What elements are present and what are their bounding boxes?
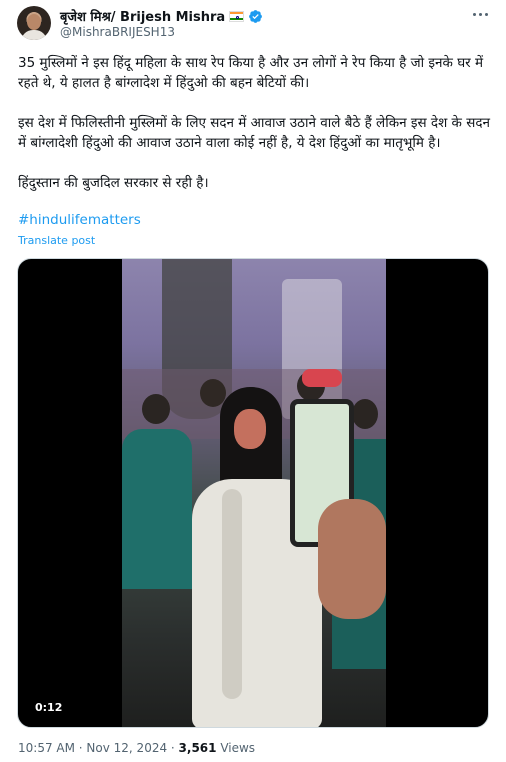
translate-post-link[interactable]: Translate post — [18, 234, 95, 247]
video-red-cap — [302, 369, 342, 387]
author-handle[interactable]: @MishraBRIJESH13 — [60, 25, 175, 39]
post-paragraph-1: 35 मुस्लिमों ने इस हिंदू महिला के साथ रे… — [18, 55, 484, 91]
post-paragraph-3: हिंदुस्तान की बुजदिल सरकार से रही है। — [18, 175, 209, 191]
verified-badge-icon — [249, 9, 263, 23]
tweet-card: बृजेश मिश्र/ Brijesh Mishra @MishraBRIJE… — [0, 0, 506, 762]
video-player[interactable]: 0:12 — [17, 258, 489, 728]
video-crowd-head — [142, 394, 170, 424]
video-woman-face — [234, 409, 266, 449]
post-time[interactable]: 10:57 AM — [18, 741, 75, 755]
video-frame — [122, 259, 386, 727]
meta-separator: · — [167, 741, 179, 755]
post-paragraph-2: इस देश में फिलिस्तीनी मुस्लिमों के लिए स… — [18, 115, 490, 151]
hashtag-link[interactable]: #hindulifematters — [18, 212, 141, 228]
more-options-icon[interactable] — [470, 6, 490, 22]
video-duration-badge: 0:12 — [30, 700, 68, 715]
post-date[interactable]: Nov 12, 2024 — [86, 741, 167, 755]
views-label: Views — [216, 741, 256, 755]
avatar-face-shape — [27, 14, 41, 30]
meta-separator: · — [74, 741, 87, 755]
views-count[interactable]: 3,561 — [179, 741, 217, 755]
author-avatar[interactable] — [17, 6, 51, 40]
avatar-shirt-shape — [21, 30, 47, 40]
author-name-row: बृजेश मिश्र/ Brijesh Mishra — [60, 7, 263, 25]
india-flag-icon — [229, 10, 245, 22]
post-text: 35 मुस्लिमों ने इस हिंदू महिला के साथ रे… — [18, 53, 492, 193]
post-meta: 10:57 AM · Nov 12, 2024 · 3,561 Views — [18, 741, 255, 755]
video-crowd-head — [352, 399, 378, 429]
author-name[interactable]: बृजेश मिश्र/ Brijesh Mishra — [60, 7, 225, 25]
video-hand — [318, 499, 386, 619]
video-figure-left — [122, 429, 192, 589]
video-dress-fold — [222, 489, 242, 699]
